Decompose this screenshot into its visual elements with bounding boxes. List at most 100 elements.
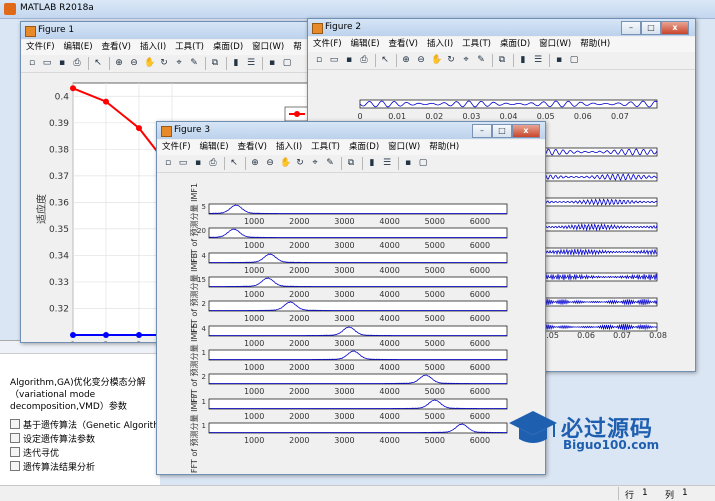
menu-desktop[interactable]: 桌面(D) — [344, 140, 383, 155]
pointer-icon[interactable]: ↖ — [380, 55, 390, 65]
print-icon[interactable]: ⎙ — [208, 158, 218, 168]
dock-icon[interactable]: ▢ — [418, 158, 428, 168]
x-tick-label: 4000 — [379, 217, 399, 226]
menu-desktop[interactable]: 桌面(D) — [495, 37, 534, 52]
new-file-icon[interactable]: ▫ — [27, 58, 37, 68]
menu-window[interactable]: 窗口(W) — [247, 40, 288, 55]
y-tick-label: 1 — [202, 422, 206, 430]
menu-tools[interactable]: 工具(T) — [170, 40, 208, 55]
hide-tools-icon[interactable]: ▪ — [403, 158, 413, 168]
menu-view[interactable]: 查看(V) — [384, 37, 422, 52]
outline-item[interactable]: 设定遗传算法参数 — [10, 433, 167, 447]
figure1-title: Figure 1 — [38, 25, 75, 35]
dock-icon[interactable]: ▢ — [282, 58, 292, 68]
figure3-plot-area: 5 1000 2000 3000 4000 5000 6000 20 1000 2000 3000 4… — [157, 173, 545, 474]
menu-file[interactable]: 文件(F) — [21, 40, 59, 55]
fft-axes — [208, 300, 508, 312]
zoom-out-icon[interactable]: ⊖ — [416, 55, 426, 65]
new-file-icon[interactable]: ▫ — [163, 158, 173, 168]
zoom-out-icon[interactable]: ⊖ — [265, 158, 275, 168]
print-icon[interactable]: ⎙ — [359, 55, 369, 65]
pointer-icon[interactable]: ↖ — [93, 58, 103, 68]
print-icon[interactable]: ⎙ — [72, 58, 82, 68]
link-icon[interactable]: ⧉ — [346, 158, 356, 168]
menu-window[interactable]: 窗口(W) — [534, 37, 575, 52]
figure3-title-bar[interactable]: Figure 3 – □ x — [157, 122, 545, 139]
x-tick-label: 2000 — [289, 363, 309, 372]
datatip-icon[interactable]: ⌖ — [310, 158, 320, 168]
legend-icon[interactable]: ☰ — [382, 158, 392, 168]
hide-tools-icon[interactable]: ▪ — [267, 58, 277, 68]
open-icon[interactable]: ▭ — [178, 158, 188, 168]
zoom-in-icon[interactable]: ⊕ — [114, 58, 124, 68]
x-tick-label: 3000 — [334, 266, 354, 275]
legend-icon[interactable]: ☰ — [246, 58, 256, 68]
menu-edit[interactable]: 编辑(E) — [59, 40, 97, 55]
menu-window[interactable]: 窗口(W) — [383, 140, 424, 155]
figure3-window[interactable]: Figure 3 – □ x 文件(F) 编辑(E) 查看(V) 插入(I) 工具(T)… — [156, 121, 546, 475]
minimize-button[interactable]: – — [621, 21, 641, 35]
save-icon[interactable]: ▪ — [344, 55, 354, 65]
menu-tools[interactable]: 工具(T) — [457, 37, 495, 52]
menu-tools[interactable]: 工具(T) — [306, 140, 344, 155]
link-icon[interactable]: ⧉ — [210, 58, 220, 68]
brush-icon[interactable]: ✎ — [189, 58, 199, 68]
save-icon[interactable]: ▪ — [57, 58, 67, 68]
zoom-in-icon[interactable]: ⊕ — [401, 55, 411, 65]
dock-icon[interactable]: ▢ — [569, 55, 579, 65]
pan-icon[interactable]: ✋ — [431, 55, 442, 65]
outline-item[interactable]: 基于遗传算法（Genetic Algorith... — [10, 419, 167, 433]
menu-insert[interactable]: 插入(I) — [422, 37, 457, 52]
datatip-icon[interactable]: ⌖ — [461, 55, 471, 65]
menu-help[interactable]: 帮 — [288, 40, 306, 55]
minimize-button[interactable]: – — [472, 124, 492, 138]
brush-icon[interactable]: ✎ — [325, 158, 335, 168]
menu-view[interactable]: 查看(V) — [233, 140, 271, 155]
menu-help[interactable]: 帮助(H) — [575, 37, 614, 52]
menu-edit[interactable]: 编辑(E) — [195, 140, 233, 155]
rotate-icon[interactable]: ↻ — [446, 55, 456, 65]
new-file-icon[interactable]: ▫ — [314, 55, 324, 65]
menu-insert[interactable]: 插入(I) — [135, 40, 170, 55]
save-icon[interactable]: ▪ — [193, 158, 203, 168]
pointer-icon[interactable]: ↖ — [229, 158, 239, 168]
menu-insert[interactable]: 插入(I) — [271, 140, 306, 155]
colorbar-icon[interactable]: ▮ — [518, 55, 528, 65]
figure3-menubar: 文件(F) 编辑(E) 查看(V) 插入(I) 工具(T) 桌面(D) 窗口(W) 帮助(H) — [157, 140, 545, 155]
menu-desktop[interactable]: 桌面(D) — [208, 40, 247, 55]
colorbar-icon[interactable]: ▮ — [231, 58, 241, 68]
menu-file[interactable]: 文件(F) — [157, 140, 195, 155]
menu-file[interactable]: 文件(F) — [308, 37, 346, 52]
x-tick-label: 6000 — [470, 339, 490, 348]
open-icon[interactable]: ▭ — [42, 58, 52, 68]
datatip-icon[interactable]: ⌖ — [174, 58, 184, 68]
pan-icon[interactable]: ✋ — [280, 158, 291, 168]
menu-help[interactable]: 帮助(H) — [424, 140, 463, 155]
outline-item[interactable]: 遗传算法结果分析 — [10, 461, 167, 475]
figure1-title-bar[interactable]: Figure 1 — [21, 22, 321, 39]
link-icon[interactable]: ⧉ — [497, 55, 507, 65]
y-tick-label: 0.37 — [49, 172, 69, 182]
figure3-title: Figure 3 — [174, 125, 211, 135]
outline-item[interactable]: 迭代寻优 — [10, 447, 167, 461]
close-button[interactable]: x — [661, 21, 689, 35]
brush-icon[interactable]: ✎ — [476, 55, 486, 65]
menu-edit[interactable]: 编辑(E) — [346, 37, 384, 52]
y-tick-label: 1 — [202, 398, 206, 406]
figure2-title-bar[interactable]: Figure 2 – □ x — [308, 19, 695, 36]
close-button[interactable]: x — [512, 124, 540, 138]
rotate-icon[interactable]: ↻ — [295, 158, 305, 168]
col-label: 列 — [665, 491, 675, 501]
rotate-icon[interactable]: ↻ — [159, 58, 169, 68]
pan-icon[interactable]: ✋ — [144, 58, 155, 68]
maximize-button[interactable]: □ — [492, 124, 512, 138]
x-tick-label: 2000 — [289, 436, 309, 445]
maximize-button[interactable]: □ — [641, 21, 661, 35]
open-icon[interactable]: ▭ — [329, 55, 339, 65]
menu-view[interactable]: 查看(V) — [97, 40, 135, 55]
hide-tools-icon[interactable]: ▪ — [554, 55, 564, 65]
zoom-in-icon[interactable]: ⊕ — [250, 158, 260, 168]
zoom-out-icon[interactable]: ⊖ — [129, 58, 139, 68]
colorbar-icon[interactable]: ▮ — [367, 158, 377, 168]
legend-icon[interactable]: ☰ — [533, 55, 543, 65]
